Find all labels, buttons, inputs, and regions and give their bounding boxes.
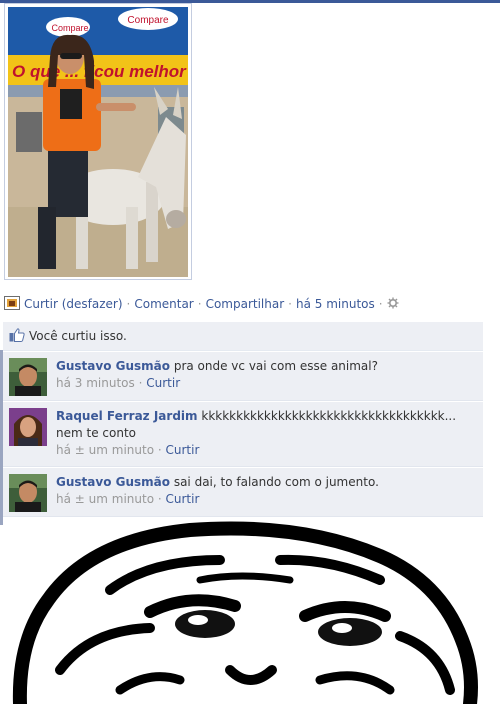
comment-author-link[interactable]: Gustavo Gusmão: [56, 475, 170, 489]
comment-body: Gustavo Gusmão pra onde vc vai com esse …: [56, 358, 378, 394]
separator: ·: [378, 297, 383, 311]
post-actions: Curtir (desfazer) · Comentar · Compartil…: [4, 295, 399, 313]
separator: ·: [157, 492, 166, 506]
comment-body: Raquel Ferraz Jardim kkkkkkkkkkkkkkkkkkk…: [56, 408, 477, 460]
post-photo[interactable]: Compare Compare O que ... ficou melhor: [4, 3, 192, 280]
app-icon: [4, 295, 24, 313]
comment-body: Gustavo Gusmão sai dai, to falando com o…: [56, 474, 379, 510]
comment-like-link[interactable]: Curtir: [146, 376, 180, 390]
comment-author-link[interactable]: Gustavo Gusmão: [56, 359, 170, 373]
thumbs-up-icon: [9, 327, 29, 345]
comment-thread-bar: [0, 350, 3, 525]
like-undo-link[interactable]: Curtir (desfazer): [24, 297, 123, 311]
separator: ·: [197, 297, 202, 311]
avatar[interactable]: [9, 358, 47, 396]
comment-timestamp[interactable]: há 3 minutos: [56, 376, 135, 390]
comment-item: Raquel Ferraz Jardim kkkkkkkkkkkkkkkkkkk…: [3, 401, 483, 467]
separator: ·: [288, 297, 292, 311]
comment-text: sai dai, to falando com o jumento.: [173, 475, 379, 489]
comment-meta: há ± um minuto · Curtir: [56, 491, 379, 508]
photo-image: Compare Compare O que ... ficou melhor: [8, 7, 188, 277]
post-timestamp[interactable]: há 5 minutos: [296, 297, 375, 311]
troll-face-drawing: [0, 520, 500, 708]
comment-link[interactable]: Comentar: [134, 297, 193, 311]
share-link[interactable]: Compartilhar: [206, 297, 285, 311]
feedback-section: Você curtiu isso. Gustavo Gusmão pra ond…: [3, 322, 483, 517]
sign-brand-left: Compare: [51, 23, 88, 33]
sign-brand-right: Compare: [127, 15, 169, 26]
separator: ·: [157, 443, 166, 457]
gear-icon[interactable]: [387, 297, 399, 312]
comment-timestamp[interactable]: há ± um minuto: [56, 443, 154, 457]
avatar[interactable]: [9, 408, 47, 446]
likes-text: Você curtiu isso.: [29, 329, 127, 343]
separator: ·: [126, 297, 131, 311]
comment-author-link[interactable]: Raquel Ferraz Jardim: [56, 409, 198, 423]
sign-slogan: O que ... ficou melhor: [12, 62, 187, 81]
avatar[interactable]: [9, 474, 47, 512]
comment-timestamp[interactable]: há ± um minuto: [56, 492, 154, 506]
comment-meta: há ± um minuto · Curtir: [56, 442, 477, 459]
comment-like-link[interactable]: Curtir: [166, 492, 200, 506]
comment-item: Gustavo Gusmão sai dai, to falando com o…: [3, 467, 483, 517]
likes-summary: Você curtiu isso.: [3, 322, 483, 351]
comment-text: pra onde vc vai com esse animal?: [173, 359, 378, 373]
comment-like-link[interactable]: Curtir: [166, 443, 200, 457]
comment-meta: há 3 minutos · Curtir: [56, 375, 378, 392]
comment-item: Gustavo Gusmão pra onde vc vai com esse …: [3, 351, 483, 401]
